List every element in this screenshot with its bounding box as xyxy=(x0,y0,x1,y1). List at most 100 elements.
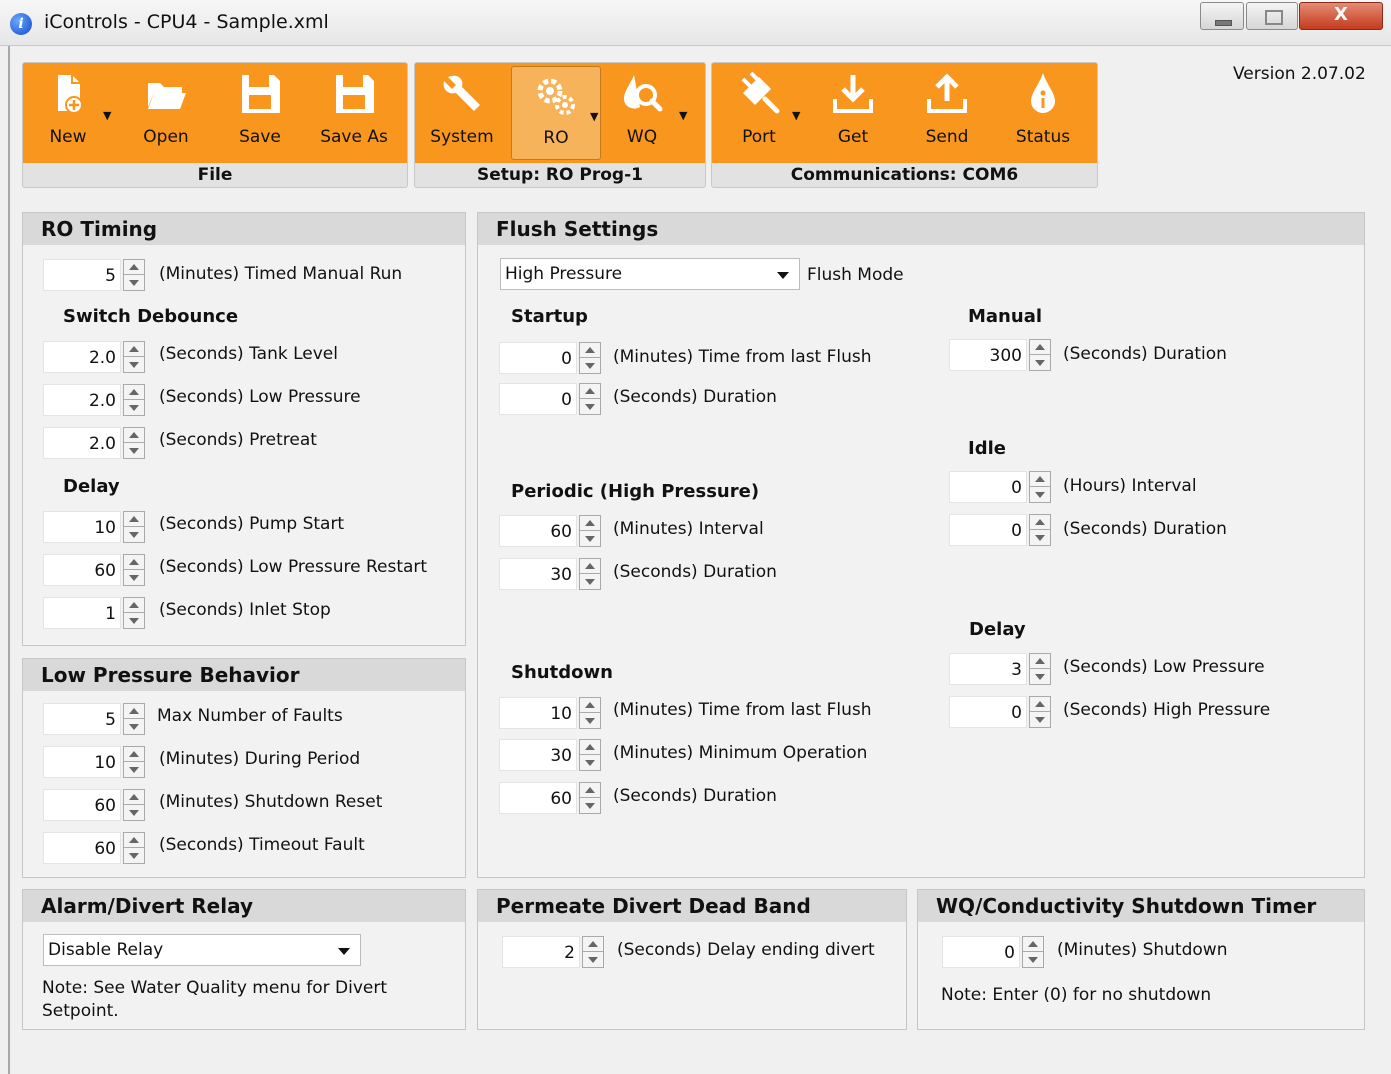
spinner-value[interactable]: 60 xyxy=(43,832,121,864)
spinner-value[interactable]: 5 xyxy=(43,259,121,291)
spinner-value[interactable]: 0 xyxy=(942,936,1020,968)
spinner-arrows[interactable] xyxy=(123,832,145,864)
spinner-arrows[interactable] xyxy=(123,746,145,778)
pretreat-spinner[interactable]: 2.0 xyxy=(43,427,147,459)
shutdown-duration-spinner[interactable]: 60 xyxy=(499,782,603,814)
chevron-down-icon[interactable] xyxy=(338,948,350,955)
spinner-value[interactable]: 2.0 xyxy=(43,384,121,416)
spinner-arrows[interactable] xyxy=(123,554,145,586)
spinner-arrows[interactable] xyxy=(579,558,601,590)
open-button[interactable]: Open xyxy=(121,63,211,163)
flush-high-pressure-spinner[interactable]: 0 xyxy=(949,696,1053,728)
alarm-relay-select[interactable]: Disable Relay xyxy=(43,934,361,966)
spinner-value[interactable]: 2.0 xyxy=(43,341,121,373)
spinner-arrows[interactable] xyxy=(1029,696,1051,728)
spinner-arrows[interactable] xyxy=(123,789,145,821)
minimize-button[interactable] xyxy=(1200,2,1244,30)
spinner-arrows[interactable] xyxy=(1022,936,1044,968)
spinner-value[interactable]: 0 xyxy=(949,696,1027,728)
spinner-arrows[interactable] xyxy=(1029,339,1051,371)
spinner-value[interactable]: 2 xyxy=(502,936,580,968)
system-button[interactable]: System xyxy=(417,63,507,163)
spinner-arrows[interactable] xyxy=(579,515,601,547)
flush-mode-select[interactable]: High Pressure xyxy=(500,258,800,290)
permeate-divert-title: Permeate Divert Dead Band xyxy=(478,890,906,922)
spinner-arrows[interactable] xyxy=(579,342,601,374)
pump-start-spinner[interactable]: 10 xyxy=(43,511,147,543)
spinner-value[interactable]: 60 xyxy=(499,515,577,547)
spinner-arrows[interactable] xyxy=(1029,471,1051,503)
spinner-value[interactable]: 30 xyxy=(499,739,577,771)
manual-duration-spinner[interactable]: 300 xyxy=(949,339,1053,371)
spinner-arrows[interactable] xyxy=(123,427,145,459)
wq-button[interactable]: ▼ WQ xyxy=(597,63,687,163)
low-pressure-spinner[interactable]: 2.0 xyxy=(43,384,147,416)
spinner-arrows[interactable] xyxy=(579,782,601,814)
get-button[interactable]: Get xyxy=(808,63,898,163)
send-button[interactable]: Send xyxy=(902,63,992,163)
idle-interval-spinner[interactable]: 0 xyxy=(949,471,1053,503)
idle-duration-spinner[interactable]: 0 xyxy=(949,514,1053,546)
timeout-fault-spinner[interactable]: 60 xyxy=(43,832,147,864)
low-pressure-restart-spinner[interactable]: 60 xyxy=(43,554,147,586)
spinner-arrows[interactable] xyxy=(579,739,601,771)
port-button[interactable]: ▼ Port xyxy=(714,63,804,163)
chevron-down-icon[interactable] xyxy=(777,272,789,279)
spinner-value[interactable]: 300 xyxy=(949,339,1027,371)
spinner-value[interactable]: 10 xyxy=(43,511,121,543)
ro-button[interactable]: ▼ RO xyxy=(511,66,601,160)
startup-time-spinner[interactable]: 0 xyxy=(499,342,603,374)
delay-ending-divert-spinner[interactable]: 2 xyxy=(502,936,606,968)
spinner-arrows[interactable] xyxy=(123,259,145,291)
periodic-duration-spinner[interactable]: 30 xyxy=(499,558,603,590)
spinner-value[interactable]: 10 xyxy=(499,697,577,729)
close-button[interactable]: X xyxy=(1299,2,1383,30)
max-faults-spinner[interactable]: 5 xyxy=(43,703,147,735)
shutdown-time-spinner[interactable]: 10 xyxy=(499,697,603,729)
spinner-value[interactable]: 60 xyxy=(43,789,121,821)
spinner-arrows[interactable] xyxy=(1029,514,1051,546)
inlet-stop-spinner[interactable]: 1 xyxy=(43,597,147,629)
wq-shutdown-spinner[interactable]: 0 xyxy=(942,936,1046,968)
wq-shutdown-panel: WQ/Conductivity Shutdown Timer 0 (Minute… xyxy=(917,889,1365,1030)
system-button-label: System xyxy=(430,127,494,147)
startup-duration-spinner[interactable]: 0 xyxy=(499,383,603,415)
spinner-arrows[interactable] xyxy=(123,703,145,735)
delay-ending-divert-label: (Seconds) Delay ending divert xyxy=(617,940,875,960)
tank-level-spinner[interactable]: 2.0 xyxy=(43,341,147,373)
spinner-value[interactable]: 0 xyxy=(949,514,1027,546)
spinner-arrows[interactable] xyxy=(123,384,145,416)
wq-dropdown-caret[interactable]: ▼ xyxy=(679,109,687,122)
spinner-value[interactable]: 60 xyxy=(43,554,121,586)
spinner-value[interactable]: 2.0 xyxy=(43,427,121,459)
periodic-interval-spinner[interactable]: 60 xyxy=(499,515,603,547)
port-dropdown-caret[interactable]: ▼ xyxy=(792,109,800,122)
spinner-value[interactable]: 30 xyxy=(499,558,577,590)
spinner-arrows[interactable] xyxy=(582,936,604,968)
status-button[interactable]: Status xyxy=(998,63,1088,163)
spinner-value[interactable]: 0 xyxy=(499,342,577,374)
spinner-value[interactable]: 1 xyxy=(43,597,121,629)
spinner-value[interactable]: 10 xyxy=(43,746,121,778)
spinner-value[interactable]: 3 xyxy=(949,653,1027,685)
new-button[interactable]: ▼ New xyxy=(23,63,113,163)
during-period-spinner[interactable]: 10 xyxy=(43,746,147,778)
manual-run-spinner[interactable]: 5 xyxy=(43,259,147,291)
shutdown-reset-spinner[interactable]: 60 xyxy=(43,789,147,821)
minimum-operation-spinner[interactable]: 30 xyxy=(499,739,603,771)
spinner-arrows[interactable] xyxy=(123,341,145,373)
save-button[interactable]: Save xyxy=(215,63,305,163)
new-dropdown-caret[interactable]: ▼ xyxy=(103,109,111,122)
spinner-arrows[interactable] xyxy=(1029,653,1051,685)
spinner-value[interactable]: 0 xyxy=(499,383,577,415)
spinner-value[interactable]: 5 xyxy=(43,703,121,735)
maximize-button[interactable] xyxy=(1246,2,1298,30)
spinner-arrows[interactable] xyxy=(123,597,145,629)
flush-low-pressure-spinner[interactable]: 3 xyxy=(949,653,1053,685)
spinner-arrows[interactable] xyxy=(123,511,145,543)
spinner-arrows[interactable] xyxy=(579,383,601,415)
save-as-button[interactable]: Save As xyxy=(309,63,399,163)
spinner-arrows[interactable] xyxy=(579,697,601,729)
spinner-value[interactable]: 0 xyxy=(949,471,1027,503)
spinner-value[interactable]: 60 xyxy=(499,782,577,814)
